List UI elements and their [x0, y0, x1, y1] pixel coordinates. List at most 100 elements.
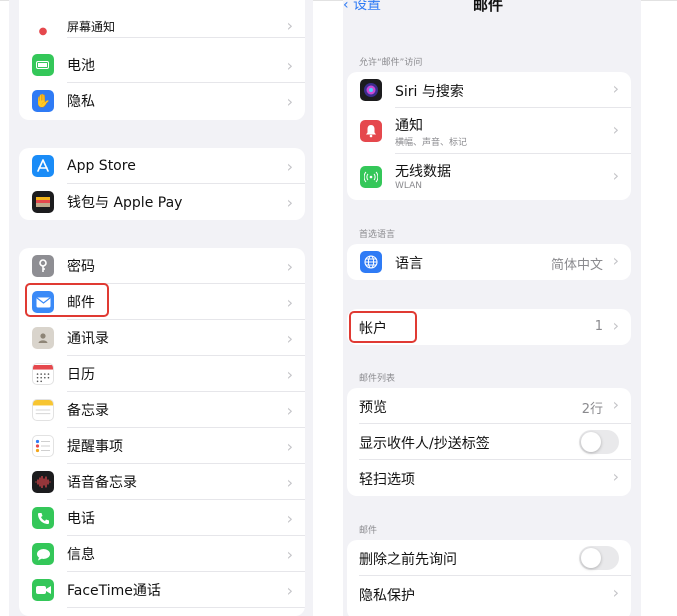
settings-item-voicememos[interactable]: 语音备忘录 › — [19, 464, 305, 500]
settings-item-label: 电话 — [67, 511, 95, 527]
settings-item-battery[interactable]: 电池 › — [19, 47, 305, 83]
settings-group-apps: 密码 › 邮件 › 通讯录 › 日历 › 备忘录 › 提醒事项 › 语音备忘录 … — [19, 248, 305, 616]
mail-item-label: 通知 — [395, 118, 423, 134]
chevron-right-icon: › — [286, 55, 293, 75]
ask-before-delete-toggle[interactable] — [579, 546, 619, 570]
phone-icon — [32, 507, 54, 529]
mail-item-language[interactable]: 语言 简体中文 › — [347, 244, 631, 280]
settings-item-label: 日历 — [67, 367, 95, 383]
chevron-right-icon: › — [286, 436, 293, 456]
section-header-language: 首选语言 — [359, 230, 396, 240]
chevron-right-icon: › — [286, 508, 293, 528]
settings-item-privacy[interactable]: ✋ 隐私 › — [19, 83, 305, 119]
chevron-right-icon: › — [612, 166, 619, 185]
mail-access-group: Siri 与搜索 › 通知 横幅、声音、标记 › 无线数据 WLAN › — [347, 72, 631, 200]
message-bubble-icon — [32, 543, 54, 565]
mail-item-show-to-cc: 显示收件人/抄送标签 — [347, 424, 631, 460]
chevron-right-icon: › — [286, 192, 293, 212]
chevron-right-icon: › — [286, 580, 293, 600]
accounts-count: 1 — [594, 319, 603, 334]
settings-item-label: 信息 — [67, 547, 95, 563]
settings-item-contacts[interactable]: 通讯录 › — [19, 320, 305, 356]
settings-item-label: 备忘录 — [67, 403, 109, 419]
mail-item-privacy-protection[interactable]: 隐私保护 › — [347, 576, 631, 612]
calendar-icon — [32, 363, 54, 385]
settings-panel: 设置 ● 屏幕通知 › 电池 › ✋ 隐私 › App Store — [9, 0, 313, 616]
mail-title: 邮件 — [473, 0, 504, 14]
mail-language-group: 语言 简体中文 › — [347, 244, 631, 280]
settings-item-messages[interactable]: 信息 › — [19, 536, 305, 572]
video-camera-icon — [32, 579, 54, 601]
show-to-cc-toggle[interactable] — [579, 430, 619, 454]
envelope-icon — [32, 291, 54, 313]
settings-item-label: 钱包与 Apple Pay — [67, 195, 183, 211]
settings-item-reminders[interactable]: 提醒事项 › — [19, 428, 305, 464]
settings-item-notes[interactable]: 备忘录 › — [19, 392, 305, 428]
mail-item-label: 无线数据 — [395, 164, 451, 180]
chevron-right-icon: › — [286, 544, 293, 564]
mail-item-label: 轻扫选项 — [359, 472, 415, 488]
settings-item-notify[interactable]: ● 屏幕通知 › — [19, 0, 305, 42]
settings-group-store: App Store › 钱包与 Apple Pay › — [19, 148, 305, 220]
chevron-right-icon: › — [612, 583, 619, 602]
mail-messages-group: 删除之前先询问 隐私保护 › — [347, 540, 631, 616]
chevron-right-icon: › — [612, 316, 619, 335]
chevron-right-icon: › — [612, 79, 619, 98]
chevron-right-icon: › — [286, 364, 293, 384]
chevron-right-icon: › — [612, 395, 619, 414]
back-button[interactable]: ‹ 设置 — [343, 0, 381, 14]
chevron-right-icon: › — [612, 251, 619, 270]
hand-icon: ✋ — [32, 90, 54, 112]
back-label: 设置 — [353, 0, 382, 13]
chevron-left-icon: ‹ — [343, 0, 349, 13]
mail-settings-panel: ‹ 设置 邮件 允许“邮件”访问 Siri 与搜索 › 通知 横幅、声音、标记 … — [343, 0, 641, 616]
language-value: 简体中文 — [550, 258, 603, 273]
settings-item-label: 电池 — [67, 58, 95, 74]
section-header-message-list: 邮件列表 — [359, 374, 396, 384]
mail-item-accounts[interactable]: 帐户 1 › — [347, 309, 631, 345]
settings-item-appstore[interactable]: App Store › — [19, 148, 305, 184]
section-header-access: 允许“邮件”访问 — [359, 58, 423, 68]
mail-item-notifications[interactable]: 通知 横幅、声音、标记 › — [347, 108, 631, 154]
mail-accounts-group: 帐户 1 › — [347, 309, 631, 345]
mail-list-group: 预览 2行 › 显示收件人/抄送标签 轻扫选项 › — [347, 388, 631, 496]
waveform-icon — [32, 471, 54, 493]
globe-icon — [360, 251, 382, 273]
mail-item-label: 帐户 — [359, 321, 387, 337]
chevron-right-icon: › — [612, 120, 619, 139]
preview-value: 2行 — [581, 402, 603, 417]
settings-group-system: ● 屏幕通知 › 电池 › ✋ 隐私 › — [19, 0, 305, 120]
settings-item-calendar[interactable]: 日历 › — [19, 356, 305, 392]
settings-item-label: 提醒事项 — [67, 439, 123, 455]
mail-item-label: Siri 与搜索 — [395, 84, 464, 100]
antenna-icon — [360, 166, 382, 188]
bell-icon — [360, 120, 382, 142]
chevron-right-icon: › — [286, 472, 293, 492]
chevron-right-icon: › — [612, 467, 619, 486]
settings-item-phone[interactable]: 电话 › — [19, 500, 305, 536]
settings-item-label: 密码 — [67, 259, 95, 275]
mail-item-label: 删除之前先询问 — [359, 552, 457, 568]
chevron-right-icon: › — [286, 400, 293, 420]
mail-item-label: 隐私保护 — [359, 588, 415, 604]
chevron-right-icon: › — [286, 16, 293, 35]
mail-item-preview[interactable]: 预览 2行 › — [347, 388, 631, 424]
mail-item-label: 预览 — [359, 400, 387, 416]
battery-icon — [32, 54, 54, 76]
wallet-icon — [32, 191, 54, 213]
chevron-right-icon: › — [286, 156, 293, 176]
settings-item-label: 邮件 — [67, 295, 95, 311]
settings-item-wallet[interactable]: 钱包与 Apple Pay › — [19, 184, 305, 220]
settings-item-facetime[interactable]: FaceTime通话 › — [19, 572, 305, 608]
contacts-icon — [32, 327, 54, 349]
mail-item-ask-before-delete: 删除之前先询问 — [347, 540, 631, 576]
mail-item-swipe-options[interactable]: 轻扫选项 › — [347, 460, 631, 496]
settings-item-passwords[interactable]: 密码 › — [19, 248, 305, 284]
mail-item-label: 显示收件人/抄送标签 — [359, 436, 490, 452]
mail-item-wireless-data[interactable]: 无线数据 WLAN › — [347, 154, 631, 200]
reminders-icon — [32, 435, 54, 457]
chevron-right-icon: › — [286, 292, 293, 312]
mail-item-siri[interactable]: Siri 与搜索 › — [347, 72, 631, 108]
settings-item-label: 语音备忘录 — [67, 475, 137, 491]
settings-item-mail[interactable]: 邮件 › — [19, 284, 305, 320]
